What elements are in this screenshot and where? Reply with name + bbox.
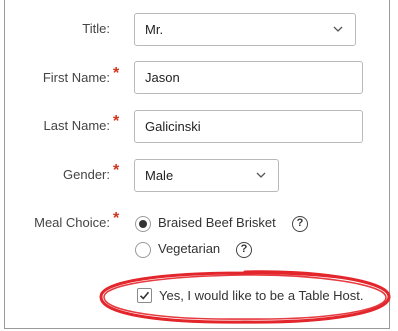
first-name-field[interactable]: Jason [134, 61, 363, 94]
required-asterisk: * [113, 210, 120, 227]
meal-choice-label: Meal Choice: [34, 215, 110, 230]
highlight-circle [99, 270, 391, 324]
meal-option-radio[interactable] [135, 242, 151, 258]
question-circle-icon[interactable]: ? [236, 242, 252, 258]
meal-option-radio[interactable] [135, 216, 151, 232]
gender-label: Gender: [63, 167, 110, 182]
last-name-value: Galicinski [145, 119, 201, 134]
first-name-value: Jason [145, 70, 180, 85]
first-name-label: First Name: [42, 70, 110, 85]
title-label: Title: [82, 21, 110, 36]
required-asterisk: * [113, 113, 120, 130]
required-asterisk: * [113, 65, 120, 82]
title-select[interactable]: Mr. [134, 13, 356, 46]
last-name-field[interactable]: Galicinski [134, 110, 363, 143]
required-asterisk: * [113, 162, 120, 179]
gender-select[interactable]: Male [134, 159, 279, 192]
last-name-label: Last Name: [43, 118, 110, 133]
meal-option-label[interactable]: Vegetarian [158, 241, 220, 256]
meal-option-label[interactable]: Braised Beef Brisket [158, 215, 276, 230]
chevron-down-icon [333, 26, 343, 32]
chevron-down-icon [256, 172, 266, 178]
gender-select-value: Male [145, 168, 174, 183]
title-select-value: Mr. [145, 22, 164, 37]
question-circle-icon[interactable]: ? [292, 216, 308, 232]
